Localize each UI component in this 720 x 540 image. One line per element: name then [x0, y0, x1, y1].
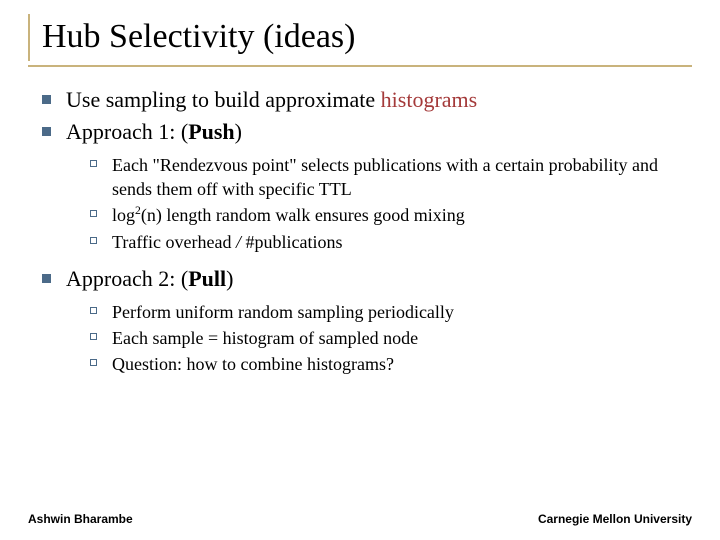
- title-border: Hub Selectivity (ideas): [28, 14, 692, 61]
- traffic-post: #publications: [241, 232, 343, 252]
- histograms-word: histograms: [381, 87, 478, 112]
- bullet-approach2: Approach 2: (Pull) Perform uniform rando…: [38, 264, 692, 377]
- title-rule: Hub Selectivity (ideas): [28, 14, 692, 67]
- approach1-sublist: Each "Rendezvous point" selects publicat…: [86, 153, 692, 254]
- a1-sub-traffic: Traffic overhead / #publications: [86, 230, 692, 254]
- approach2-post: ): [226, 266, 233, 291]
- slide: Hub Selectivity (ideas) Use sampling to …: [0, 0, 720, 540]
- log-pre: log: [112, 205, 135, 225]
- traffic-pre: Traffic overhead: [112, 232, 236, 252]
- a2-sub-uniform: Perform uniform random sampling periodic…: [86, 300, 692, 324]
- approach2-pre: Approach 2: (: [66, 266, 188, 291]
- footer-affiliation: Carnegie Mellon University: [538, 512, 692, 526]
- bullet-sampling: Use sampling to build approximate histog…: [38, 85, 692, 115]
- approach1-pre: Approach 1: (: [66, 119, 188, 144]
- a1-sub-log2n: log2(n) length random walk ensures good …: [86, 203, 692, 227]
- footer: Ashwin Bharambe Carnegie Mellon Universi…: [28, 512, 692, 526]
- approach1-post: ): [235, 119, 242, 144]
- slide-title: Hub Selectivity (ideas): [42, 18, 692, 55]
- push-word: Push: [188, 119, 234, 144]
- bullet-text: Use sampling to build approximate: [66, 87, 381, 112]
- approach2-sublist: Perform uniform random sampling periodic…: [86, 300, 692, 377]
- bullet-list: Use sampling to build approximate histog…: [38, 85, 692, 376]
- bullet-approach1: Approach 1: (Push) Each "Rendezvous poin…: [38, 117, 692, 254]
- footer-author: Ashwin Bharambe: [28, 512, 133, 526]
- a2-sub-sample: Each sample = histogram of sampled node: [86, 326, 692, 350]
- log-post: (n) length random walk ensures good mixi…: [141, 205, 465, 225]
- pull-word: Pull: [188, 266, 226, 291]
- a1-sub-rendezvous: Each "Rendezvous point" selects publicat…: [86, 153, 692, 202]
- a2-sub-question: Question: how to combine histograms?: [86, 352, 692, 376]
